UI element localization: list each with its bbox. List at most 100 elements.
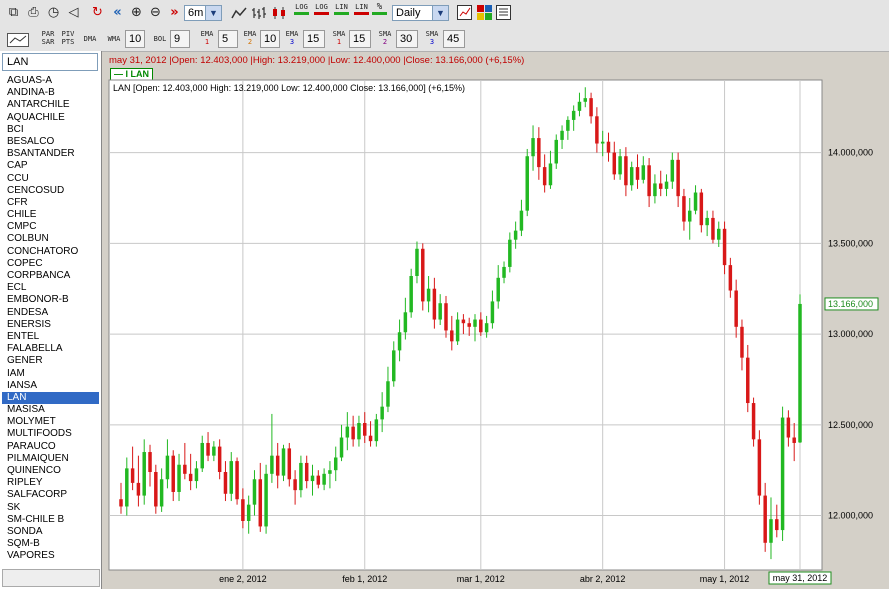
- candle-body: [299, 462, 303, 491]
- candle-body: [658, 183, 663, 189]
- x-tick-label: abr 2, 2012: [580, 574, 626, 584]
- candle-body: [676, 159, 680, 197]
- candle-body: [554, 139, 558, 164]
- candle-body: [148, 452, 152, 472]
- y-tick-label: 12.500,000: [828, 420, 873, 430]
- candle-body: [415, 248, 419, 276]
- candle-body: [467, 323, 471, 327]
- candle-body: [699, 192, 704, 226]
- candle-body: [177, 464, 181, 492]
- candle-body: [566, 119, 570, 131]
- candle-body: [374, 419, 379, 442]
- candle-body: [246, 504, 251, 521]
- candle-body: [740, 326, 744, 358]
- candle-body: [775, 519, 779, 531]
- candle-body: [537, 138, 541, 168]
- candle-body: [508, 239, 512, 267]
- candle-body: [612, 152, 617, 175]
- candle-body: [432, 288, 437, 320]
- candle-body: [496, 277, 500, 302]
- candle-body: [212, 446, 216, 456]
- candle-body: [287, 448, 292, 480]
- candle-body: [786, 417, 791, 438]
- candle-body: [188, 473, 193, 482]
- chart-header: LAN [Open: 12.403,000 High: 13.219,000 L…: [113, 83, 466, 93]
- candle-body: [531, 138, 535, 157]
- candle-body: [275, 455, 280, 476]
- candle-body: [194, 468, 199, 482]
- candle-body: [397, 332, 402, 351]
- candle-body: [629, 167, 634, 186]
- y-tick-label: 14.000,000: [828, 148, 873, 158]
- candle-body: [717, 228, 721, 240]
- candle-body: [165, 455, 170, 480]
- candle-body: [461, 319, 466, 324]
- candle-body: [473, 319, 477, 327]
- candle-body: [409, 276, 413, 313]
- candle-body: [479, 319, 483, 333]
- candle-body: [217, 446, 222, 472]
- y-tick-label: 12.000,000: [828, 511, 873, 521]
- candle-body: [421, 248, 425, 302]
- candle-body: [490, 301, 495, 324]
- candle-body: [229, 461, 234, 494]
- candle-body: [519, 210, 524, 231]
- candle-body: [647, 165, 651, 197]
- candle-body: [450, 330, 454, 342]
- candle-body: [403, 312, 408, 333]
- candle-body: [351, 426, 355, 440]
- candle-body: [525, 156, 529, 211]
- candle-body: [159, 479, 164, 507]
- candle-body: [763, 495, 767, 543]
- candle-body: [310, 475, 315, 482]
- candle-body: [711, 217, 715, 240]
- candle-body: [624, 156, 628, 186]
- candle-body: [595, 116, 599, 144]
- candle-body: [333, 457, 338, 471]
- candle-body: [542, 167, 547, 186]
- last-date-label: may 31, 2012: [773, 573, 828, 583]
- candle-body: [589, 98, 593, 117]
- candle-body: [444, 303, 448, 331]
- candle-body: [722, 228, 727, 266]
- candle-body: [798, 303, 802, 443]
- candle-body: [316, 475, 321, 485]
- candle-body: [241, 499, 245, 521]
- candle-body: [258, 479, 263, 527]
- candle-body: [136, 482, 141, 496]
- candle-body: [304, 462, 309, 482]
- candle-body: [293, 479, 297, 491]
- candle-body: [270, 455, 274, 474]
- candle-body: [757, 439, 762, 496]
- candle-body: [682, 196, 686, 222]
- candle-body: [780, 417, 785, 531]
- candle-body: [264, 473, 268, 527]
- candle-body: [548, 163, 553, 186]
- candle-body: [252, 479, 257, 505]
- candle-body: [339, 437, 344, 458]
- candle-body: [606, 141, 611, 153]
- candle-body: [328, 470, 332, 474]
- candle-body: [484, 323, 489, 333]
- last-price-label: 13.166,000: [828, 299, 873, 309]
- candle-body: [769, 519, 773, 543]
- candle-body: [206, 442, 210, 456]
- candle-body: [693, 192, 698, 211]
- candle-body: [368, 435, 373, 442]
- candle-body: [687, 210, 692, 222]
- candle-body: [183, 464, 187, 474]
- candle-body: [618, 156, 622, 175]
- candle-body: [513, 230, 518, 240]
- candle-body: [664, 181, 669, 189]
- candle-body: [571, 110, 576, 120]
- x-tick-label: feb 1, 2012: [342, 574, 387, 584]
- candle-body: [363, 423, 367, 436]
- candle-body: [641, 165, 646, 180]
- candle-body: [223, 472, 228, 494]
- x-tick-label: ene 2, 2012: [219, 574, 267, 584]
- candle-body: [235, 461, 239, 500]
- candle-body: [705, 217, 709, 226]
- candle-body: [119, 499, 123, 507]
- plot-area[interactable]: [108, 79, 823, 571]
- candle-body: [455, 319, 460, 342]
